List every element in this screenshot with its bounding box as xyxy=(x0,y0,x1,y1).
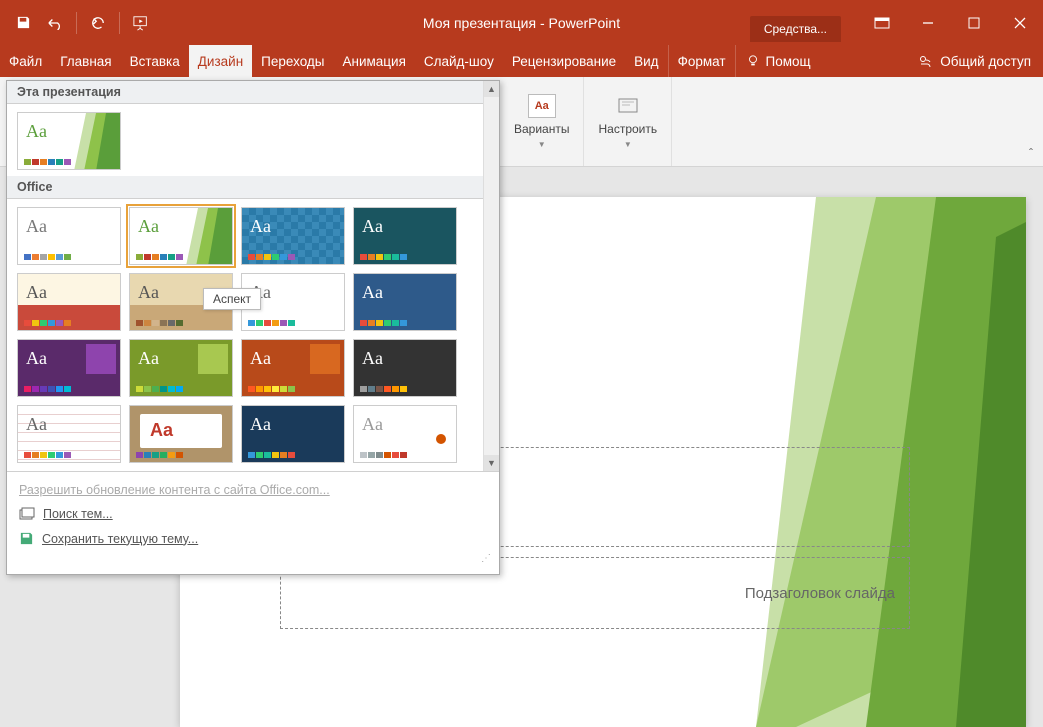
chevron-down-icon: ▼ xyxy=(538,140,546,149)
tab-design[interactable]: Дизайн xyxy=(189,45,252,77)
theme-thumbnail[interactable]: Aa xyxy=(353,207,457,265)
theme-thumbnail[interactable]: Aa xyxy=(17,273,121,331)
contextual-tools-tab[interactable]: Средства... xyxy=(750,16,841,42)
enable-content-updates: Разрешить обновление контента с сайта Of… xyxy=(17,478,489,502)
theme-tooltip: Аспект xyxy=(203,288,261,310)
theme-thumbnail[interactable]: Aa xyxy=(241,405,345,463)
theme-thumbnail[interactable]: Aa xyxy=(17,405,121,463)
themes-gallery: Эта презентация Aa Office AaAaAaAaAaAaAa… xyxy=(6,80,500,575)
redo-icon[interactable] xyxy=(83,8,113,38)
save-icon[interactable] xyxy=(8,8,38,38)
variants-icon: Aа xyxy=(528,94,556,118)
minimize-icon[interactable] xyxy=(905,0,951,45)
close-icon[interactable] xyxy=(997,0,1043,45)
theme-thumbnail[interactable]: Aa xyxy=(129,339,233,397)
theme-thumbnail[interactable]: Aa xyxy=(17,112,121,170)
scroll-up-icon[interactable]: ▲ xyxy=(484,81,499,97)
gallery-scrollbar[interactable]: ▲ ▼ xyxy=(483,81,499,471)
tab-animation[interactable]: Анимация xyxy=(334,45,415,77)
save-current-theme[interactable]: Сохранить текущую тему... xyxy=(17,526,489,551)
tab-view[interactable]: Вид xyxy=(625,45,667,77)
theme-thumbnail[interactable]: Aa xyxy=(353,405,457,463)
browse-icon xyxy=(19,507,35,521)
undo-icon[interactable] xyxy=(40,8,70,38)
save-theme-icon xyxy=(19,531,34,546)
lightbulb-icon xyxy=(746,54,760,68)
tab-slideshow[interactable]: Слайд-шоу xyxy=(415,45,503,77)
section-this-presentation: Эта презентация xyxy=(7,81,499,104)
tab-insert[interactable]: Вставка xyxy=(121,45,189,77)
theme-thumbnail[interactable]: Aa xyxy=(241,339,345,397)
theme-thumbnail[interactable]: Aa xyxy=(129,207,233,265)
variants-group[interactable]: Aа Варианты ▼ xyxy=(500,77,584,166)
section-office: Office xyxy=(7,176,499,199)
separator xyxy=(76,12,77,34)
window-title: Моя презентация - PowerPoint xyxy=(423,15,620,31)
tab-format[interactable]: Формат xyxy=(668,45,736,77)
collapse-ribbon-icon[interactable]: ˆ xyxy=(1029,146,1033,160)
separator xyxy=(119,12,120,34)
theme-thumbnail[interactable]: Aa xyxy=(353,339,457,397)
theme-thumbnail[interactable]: Aa xyxy=(17,339,121,397)
share-icon xyxy=(918,54,934,68)
scroll-down-icon[interactable]: ▼ xyxy=(484,455,499,471)
search-themes[interactable]: Поиск тем... xyxy=(17,502,489,526)
tab-home[interactable]: Главная xyxy=(51,45,120,77)
customize-group[interactable]: Настроить ▼ xyxy=(584,77,672,166)
chevron-down-icon: ▼ xyxy=(624,140,632,149)
tab-transitions[interactable]: Переходы xyxy=(252,45,333,77)
ribbon-options-icon[interactable] xyxy=(859,0,905,45)
theme-thumbnail[interactable]: Aa xyxy=(129,405,233,463)
theme-thumbnail[interactable]: Aa xyxy=(241,207,345,265)
maximize-icon[interactable] xyxy=(951,0,997,45)
start-slideshow-icon[interactable] xyxy=(126,8,156,38)
resize-grip-icon[interactable]: ⋰ xyxy=(17,553,489,564)
tab-review[interactable]: Рецензирование xyxy=(503,45,625,77)
slide-size-icon xyxy=(616,94,640,118)
theme-thumbnail[interactable]: Aa xyxy=(17,207,121,265)
tell-me[interactable]: Помощ xyxy=(736,45,821,77)
tab-file[interactable]: Файл xyxy=(0,45,51,77)
theme-thumbnail[interactable]: Aa xyxy=(353,273,457,331)
share-button[interactable]: Общий доступ xyxy=(906,45,1043,77)
